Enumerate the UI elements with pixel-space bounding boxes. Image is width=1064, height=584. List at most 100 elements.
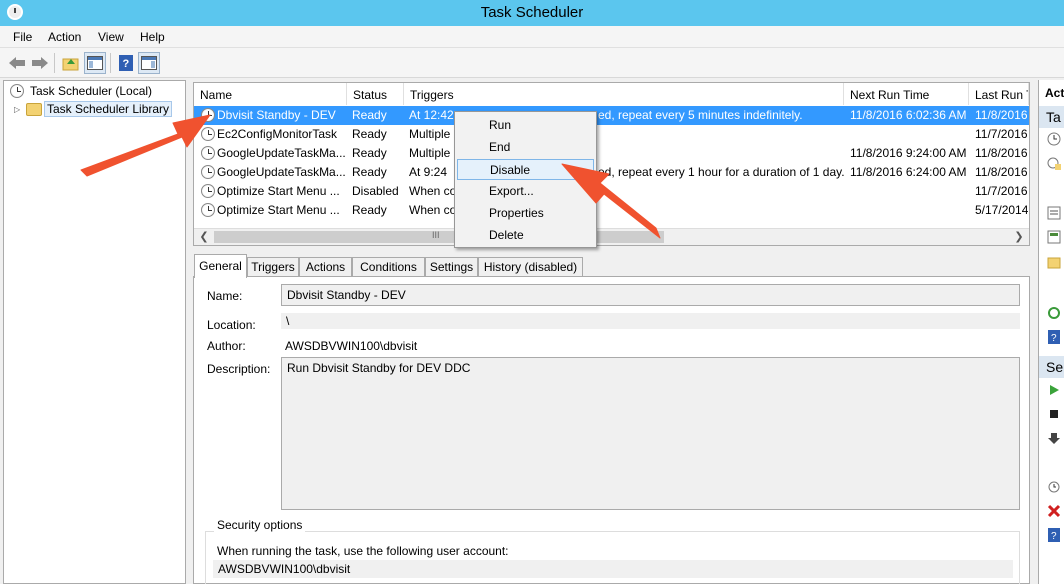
name-label: Name: xyxy=(207,289,243,303)
show-hide-action-pane-icon[interactable] xyxy=(138,52,160,74)
task-last-run: 11/8/2016 xyxy=(975,165,1028,179)
column-header-triggers[interactable]: Triggers xyxy=(404,83,844,105)
actions-pane: Acti Ta ? Se ? xyxy=(1038,80,1064,584)
author-label: Author: xyxy=(207,339,246,353)
tab-triggers[interactable]: Triggers xyxy=(247,257,299,277)
task-status: Ready xyxy=(352,165,387,179)
security-options-title: Security options xyxy=(214,518,306,532)
tab-conditions[interactable]: Conditions xyxy=(352,257,425,277)
help-icon[interactable]: ? xyxy=(1047,330,1061,344)
menu-bar: File Action View Help xyxy=(0,26,1064,48)
disable-icon[interactable] xyxy=(1047,431,1061,445)
task-name: Ec2ConfigMonitorTask xyxy=(217,127,338,141)
refresh-icon[interactable] xyxy=(1047,306,1061,320)
back-arrow-icon[interactable] xyxy=(6,52,28,74)
up-folder-icon[interactable] xyxy=(60,52,82,74)
svg-text:?: ? xyxy=(123,58,130,70)
display-running-tasks-icon[interactable] xyxy=(1047,230,1061,244)
folder-clock-icon xyxy=(26,102,42,116)
task-trigger: Multiple xyxy=(409,146,451,160)
security-options-text: When running the task, use the following… xyxy=(217,544,509,558)
actions-section-selected-item[interactable]: Se xyxy=(1039,356,1064,378)
tab-actions[interactable]: Actions xyxy=(299,257,352,277)
toolbar: ? xyxy=(0,48,1064,78)
task-name: Optimize Start Menu ... xyxy=(217,203,340,217)
task-status: Ready xyxy=(352,146,387,160)
scroll-left-icon[interactable]: ❮ xyxy=(196,230,212,244)
create-task-icon[interactable] xyxy=(1047,156,1061,170)
create-basic-task-icon[interactable] xyxy=(1047,132,1061,146)
enable-history-icon[interactable] xyxy=(1047,256,1061,270)
task-last-run: 11/7/2016 xyxy=(975,184,1028,198)
task-author-field: AWSDBVWIN100\dbvisit xyxy=(285,339,418,353)
clock-icon xyxy=(10,84,24,98)
column-header-next-run-time[interactable]: Next Run Time xyxy=(844,83,969,105)
general-tab-panel: Name: Dbvisit Standby - DEV Location: \ … xyxy=(193,276,1030,584)
context-menu-run[interactable]: Run xyxy=(457,115,594,136)
tab-settings[interactable]: Settings xyxy=(425,257,478,277)
forward-arrow-icon[interactable] xyxy=(29,52,51,74)
scroll-right-icon[interactable]: ❯ xyxy=(1011,230,1027,244)
actions-header: Acti xyxy=(1039,82,1064,104)
description-label: Description: xyxy=(207,362,271,376)
run-icon[interactable] xyxy=(1047,383,1061,397)
annotation-arrow-to-task xyxy=(80,114,211,177)
column-header-name[interactable]: Name xyxy=(194,83,347,105)
show-hide-console-tree-icon[interactable] xyxy=(84,52,106,74)
task-next-run: 11/8/2016 6:24:00 AM xyxy=(850,165,967,179)
tab-general[interactable]: General xyxy=(194,254,247,278)
task-name: GoogleUpdateTaskMa... xyxy=(217,165,345,179)
tab-history[interactable]: History (disabled) xyxy=(478,257,583,277)
location-label: Location: xyxy=(207,318,256,332)
task-status: Ready xyxy=(352,127,387,141)
scroll-grip: III xyxy=(432,230,440,240)
context-menu-end[interactable]: End xyxy=(457,137,594,158)
task-next-run: 11/8/2016 9:24:00 AM xyxy=(850,146,967,160)
task-last-run: 11/8/2016 xyxy=(975,108,1028,122)
task-name-field[interactable]: Dbvisit Standby - DEV xyxy=(281,284,1020,306)
task-name: Dbvisit Standby - DEV xyxy=(217,108,336,122)
task-name: GoogleUpdateTaskMa... xyxy=(217,146,345,160)
delete-icon[interactable] xyxy=(1047,504,1061,518)
task-status: Ready xyxy=(352,203,387,217)
menu-help[interactable]: Help xyxy=(140,30,165,44)
properties-icon[interactable] xyxy=(1047,480,1061,494)
task-trigger: When co xyxy=(409,184,457,198)
task-trigger: At 9:24 xyxy=(409,165,448,179)
toolbar-separator xyxy=(54,53,55,73)
tree-item-task-scheduler-local[interactable]: Task Scheduler (Local) xyxy=(10,82,154,100)
table-row[interactable]: Ec2ConfigMonitorTask Ready Multiple 11/7… xyxy=(194,125,1029,144)
task-clock-icon xyxy=(201,203,215,217)
task-trigger: Multiple xyxy=(409,127,451,141)
menu-view[interactable]: View xyxy=(98,30,124,44)
tree-item-label: Task Scheduler (Local) xyxy=(30,84,153,98)
help-icon[interactable]: ? xyxy=(1047,528,1061,542)
task-status: Disabled xyxy=(352,184,399,198)
task-name: Optimize Start Menu ... xyxy=(217,184,340,198)
menu-file[interactable]: File xyxy=(13,30,32,44)
table-row[interactable]: Dbvisit Standby - DEV Ready At 12:42 ed,… xyxy=(194,106,1029,125)
toolbar-separator xyxy=(110,53,111,73)
expand-chevron-icon[interactable]: ▷ xyxy=(14,105,26,114)
end-icon[interactable] xyxy=(1047,407,1061,421)
svg-text:?: ? xyxy=(1051,333,1057,344)
column-header-status[interactable]: Status xyxy=(347,83,404,105)
task-trigger: At 12:42 xyxy=(409,108,454,122)
task-last-run: 5/17/2014 xyxy=(975,203,1029,217)
task-next-run: 11/8/2016 6:02:36 AM xyxy=(850,108,967,122)
actions-section-task-scheduler-library[interactable]: Ta xyxy=(1039,106,1064,128)
task-description-field[interactable]: Run Dbvisit Standby for DEV DDC xyxy=(281,357,1020,510)
task-last-run: 11/7/2016 xyxy=(975,127,1028,141)
task-location-field[interactable]: \ xyxy=(281,313,1020,329)
svg-text:?: ? xyxy=(1051,531,1057,542)
title-bar: Task Scheduler xyxy=(0,0,1064,26)
menu-action[interactable]: Action xyxy=(48,30,81,44)
task-status: Ready xyxy=(352,108,387,122)
annotation-arrow-to-disable xyxy=(561,163,661,239)
task-last-run: 11/8/2016 xyxy=(975,146,1028,160)
import-task-icon[interactable] xyxy=(1047,206,1061,220)
security-user-account-field[interactable]: AWSDBVWIN100\dbvisit xyxy=(213,560,1013,578)
help-icon[interactable]: ? xyxy=(115,52,137,74)
column-header-last-run-time[interactable]: Last Run T xyxy=(969,83,1029,105)
task-trigger: When co xyxy=(409,203,457,217)
